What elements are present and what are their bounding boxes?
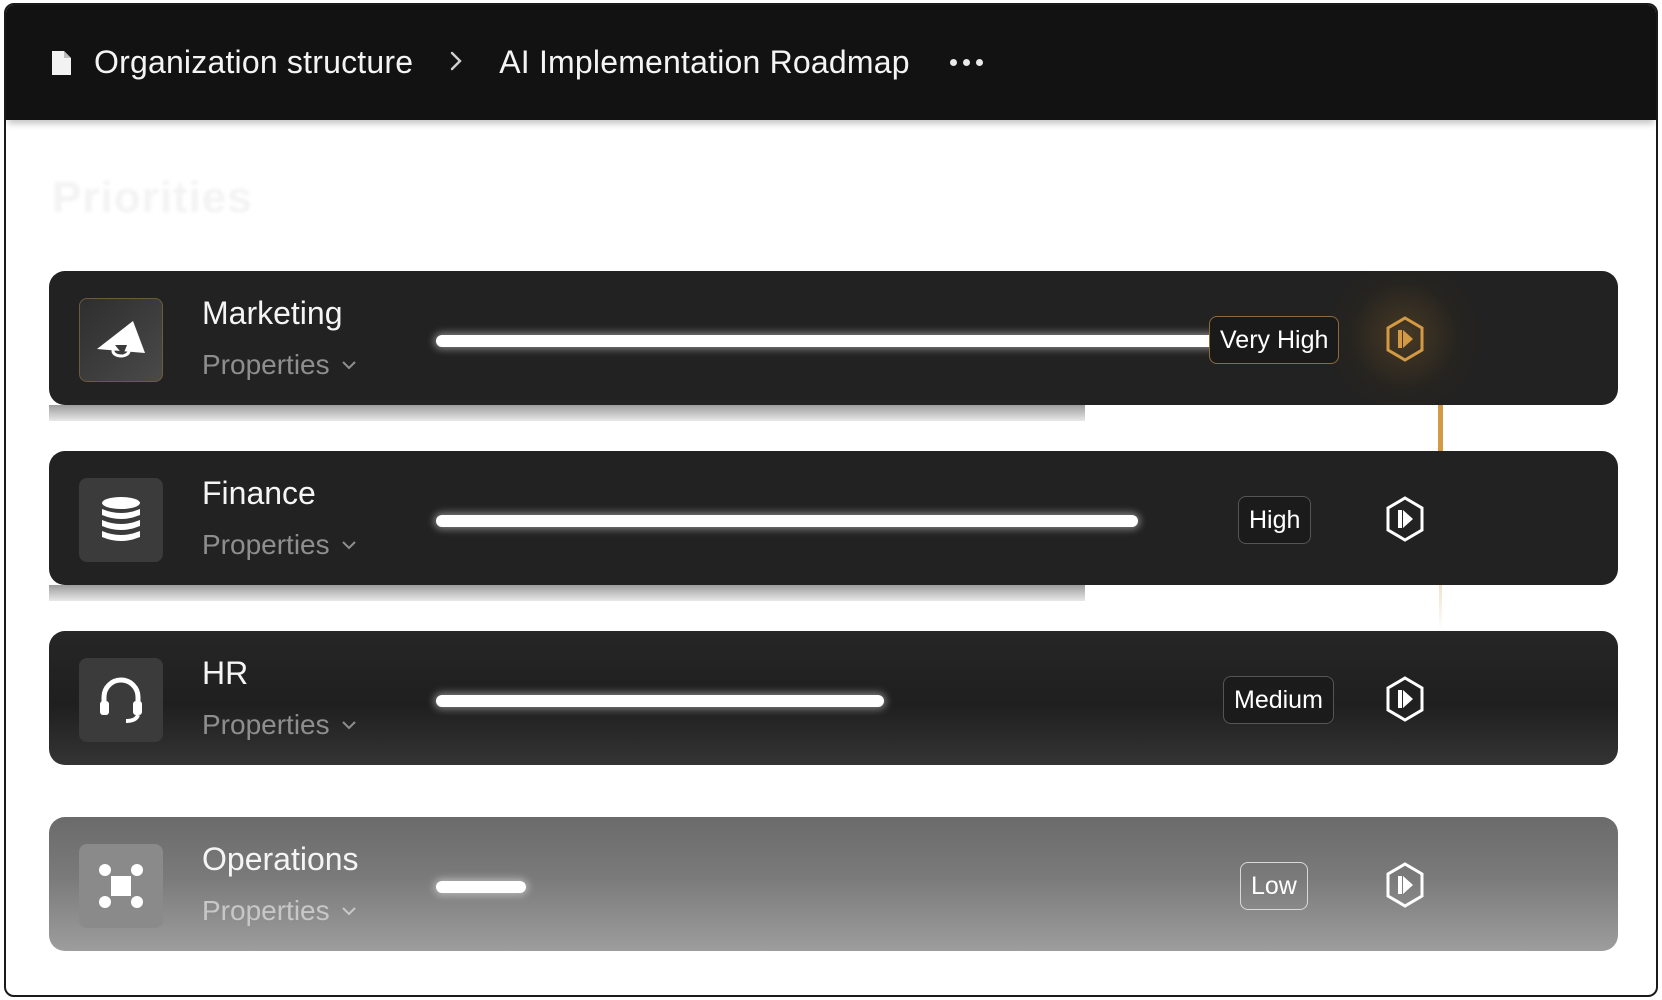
department-icon-box bbox=[79, 658, 163, 742]
department-name: Operations bbox=[202, 841, 359, 877]
priority-row-marketing[interactable]: Marketing Properties Very High bbox=[49, 271, 1618, 405]
priority-row-operations[interactable]: Operations Properties Low bbox=[49, 817, 1618, 951]
department-icon-box bbox=[79, 844, 163, 928]
operations-nodes-icon bbox=[99, 864, 143, 908]
properties-dropdown[interactable]: Properties bbox=[202, 709, 356, 741]
priority-progress-bar bbox=[436, 515, 1138, 527]
row-shadow bbox=[49, 405, 1085, 421]
app-window: Organization structure AI Implementation… bbox=[4, 3, 1658, 997]
play-hexagon-icon[interactable] bbox=[1384, 675, 1426, 723]
department-icon-box bbox=[79, 298, 163, 382]
play-hexagon-icon[interactable] bbox=[1384, 861, 1426, 909]
priority-badge: High bbox=[1238, 496, 1312, 544]
properties-dropdown[interactable]: Properties bbox=[202, 529, 356, 561]
chevron-down-icon bbox=[341, 541, 356, 550]
more-options-icon[interactable] bbox=[949, 59, 983, 66]
department-name: HR bbox=[202, 655, 249, 691]
timeline-connector bbox=[1439, 585, 1442, 631]
priority-progress-bar bbox=[436, 335, 1217, 347]
properties-label: Properties bbox=[202, 709, 330, 740]
properties-label: Properties bbox=[202, 349, 330, 380]
department-name: Finance bbox=[202, 475, 316, 511]
chevron-down-icon bbox=[341, 361, 356, 370]
headset-icon bbox=[100, 677, 142, 723]
priority-badge: Medium bbox=[1223, 676, 1334, 724]
row-shadow bbox=[49, 585, 1085, 601]
chevron-down-icon bbox=[341, 721, 356, 730]
priority-badge: Very High bbox=[1209, 316, 1340, 364]
properties-dropdown[interactable]: Properties bbox=[202, 349, 356, 381]
chevron-down-icon bbox=[341, 907, 356, 916]
timeline-connector bbox=[1438, 405, 1443, 451]
coins-stack-icon bbox=[102, 497, 140, 541]
megaphone-icon bbox=[97, 321, 145, 358]
document-icon bbox=[52, 50, 71, 75]
play-hexagon-icon[interactable] bbox=[1384, 495, 1426, 543]
play-hexagon-icon[interactable] bbox=[1384, 315, 1426, 363]
department-name: Marketing bbox=[202, 295, 343, 331]
top-bar: Organization structure AI Implementation… bbox=[6, 5, 1656, 120]
breadcrumb-root[interactable]: Organization structure bbox=[94, 44, 413, 81]
department-icon-box bbox=[79, 478, 163, 562]
priority-list: Marketing Properties Very High Finance P… bbox=[6, 5, 1656, 995]
breadcrumb-current[interactable]: AI Implementation Roadmap bbox=[499, 44, 910, 81]
priority-badge: Low bbox=[1240, 862, 1308, 910]
priority-row-finance[interactable]: Finance Properties High bbox=[49, 451, 1618, 585]
priority-row-hr[interactable]: HR Properties Medium bbox=[49, 631, 1618, 765]
properties-label: Properties bbox=[202, 529, 330, 560]
breadcrumb-separator-icon bbox=[449, 46, 463, 80]
priority-progress-bar bbox=[436, 695, 884, 707]
properties-dropdown[interactable]: Properties bbox=[202, 895, 356, 927]
priority-progress-bar bbox=[436, 881, 526, 893]
properties-label: Properties bbox=[202, 895, 330, 926]
